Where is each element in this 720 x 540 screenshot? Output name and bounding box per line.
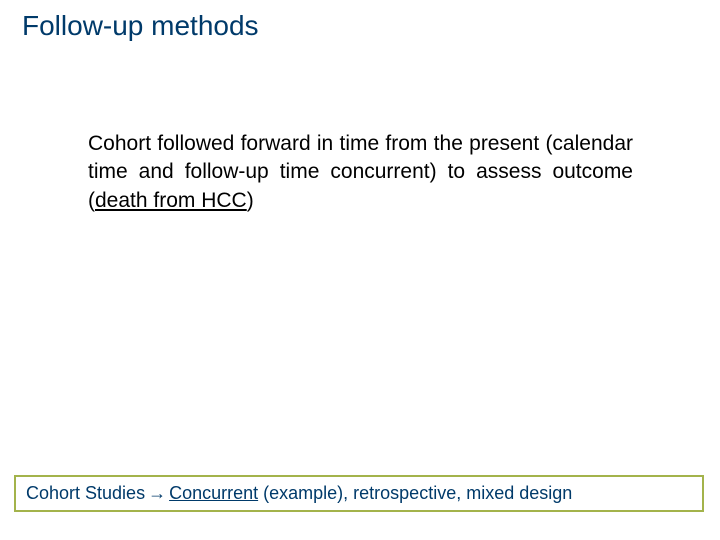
breadcrumb-retrospective: retrospective, xyxy=(348,483,461,503)
body-paragraph: Cohort followed forward in time from the… xyxy=(88,130,633,215)
breadcrumb-concurrent-example: (example), xyxy=(258,483,348,503)
breadcrumb-studies: Cohort Studies xyxy=(26,483,145,503)
breadcrumb-mixed: mixed design xyxy=(461,483,572,503)
body-text-underlined: death from HCC xyxy=(95,189,247,212)
breadcrumb-box: Cohort Studies→Concurrent (example), ret… xyxy=(14,475,704,512)
slide-title: Follow-up methods xyxy=(22,10,259,42)
slide: Follow-up methods Cohort followed forwar… xyxy=(0,0,720,540)
breadcrumb-concurrent: Concurrent xyxy=(169,483,258,503)
arrow-right-icon: → xyxy=(148,483,166,503)
body-text-post: ) xyxy=(247,189,254,212)
